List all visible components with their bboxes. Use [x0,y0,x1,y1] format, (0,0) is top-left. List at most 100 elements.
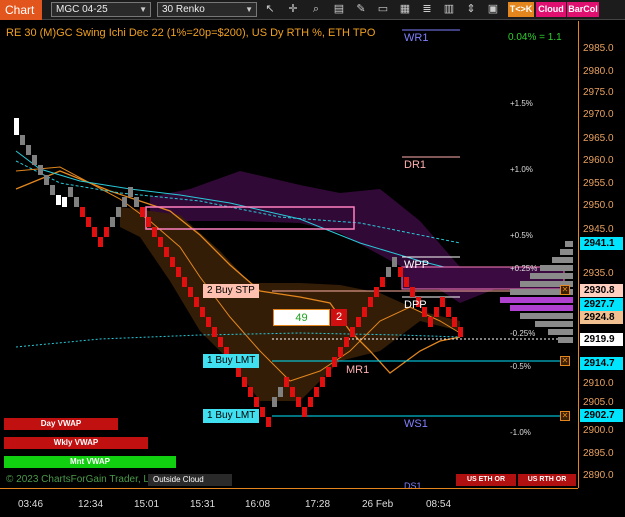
price-tag: 2924.8 [580,311,623,324]
cloud-button[interactable]: Cloud [536,2,566,17]
renko-brick [296,397,301,407]
renko-brick [254,397,259,407]
snapshot-icon[interactable]: ▦ [398,2,412,17]
renko-brick [380,277,385,287]
time-tick-label: 15:01 [134,499,160,510]
price-tag: 2941.1 [580,237,623,250]
time-tick-label: 26 Feb [362,499,394,510]
renko-brick [458,327,463,337]
renko-brick [188,287,193,297]
chart-tab[interactable]: Chart [0,0,42,20]
crosshair-icon[interactable]: ✛ [286,2,300,17]
renko-brick [80,207,85,217]
renko-brick [428,317,433,327]
close-order-icon[interactable]: ✕ [560,285,570,295]
properties-icon[interactable]: ▤ [332,2,346,17]
time-tick-label: 03:46 [18,499,44,510]
price-tick-label: 2985.0 [583,43,614,54]
renko-brick [68,187,73,197]
renko-brick [434,307,439,317]
time-tick-label: 16:08 [245,499,271,510]
price-tick-label: 2890.0 [583,470,614,481]
bar-type-dropdown[interactable]: 30 Renko ▼ [157,2,257,17]
renko-brick [404,277,409,287]
txk-button[interactable]: T<>K [508,2,534,17]
renko-brick [170,257,175,267]
wkly-vwap-legend[interactable]: Wkly VWAP [4,437,148,449]
renko-brick [164,247,169,257]
close-order-icon[interactable]: ✕ [560,411,570,421]
renko-brick [50,185,55,195]
renko-brick [92,227,97,237]
renko-brick [104,227,109,237]
price-tick-label: 2900.0 [583,425,614,436]
pct-minus-0-5: -0.5% [510,362,531,371]
price-tick-label: 2945.0 [583,224,614,235]
price-tick-label: 2895.0 [583,448,614,459]
toolbar: Chart MGC 04-25 ▼ 30 Renko ▼ ↖ ✛ ⌕ ▤ ✎ ▭… [0,0,625,20]
price-tick-label: 2910.0 [583,378,614,389]
level-ws1: WS1 [404,418,428,430]
price-tick-label: 2980.0 [583,66,614,77]
buy-lmt-order-2[interactable]: 1 Buy LMT [203,409,260,423]
renko-brick [260,407,265,417]
scale-icon[interactable]: ⇕ [464,2,478,17]
time-tick-label: 08:54 [426,499,452,510]
renko-brick [110,217,115,227]
renko-brick [128,187,133,197]
renko-brick [350,327,355,337]
price-tick-label: 2905.0 [583,397,614,408]
renko-brick [392,257,397,267]
cursor-icon[interactable]: ↖ [263,2,277,17]
time-axis[interactable]: 03:46 12:34 15:01 15:31 16:08 17:28 26 Feb 08:5… [0,488,578,517]
renko-brick [344,337,349,347]
renko-brick [398,267,403,277]
renko-brick [140,207,145,217]
pct-plus-1-5: +1.5% [510,99,533,108]
zoom-icon[interactable]: ⌕ [309,2,323,17]
renko-brick [410,287,415,297]
renko-brick [86,217,91,227]
barcol-button[interactable]: BarCol [567,2,599,17]
price-tick-label: 2965.0 [583,133,614,144]
ratio-label: 0.04% = 1.1 [508,32,562,43]
renko-brick [158,237,163,247]
renko-brick [152,227,157,237]
pct-minus-0-25: -0.25% [510,329,536,338]
renko-brick [386,267,391,277]
renko-brick [146,217,151,227]
order-quantity-input[interactable]: 49 [273,309,330,326]
symbol-dropdown[interactable]: MGC 04-25 ▼ [51,2,151,17]
copyright-text: © 2023 ChartsForGain Trader, LLC [6,474,162,485]
renko-brick [290,387,295,397]
renko-brick [236,367,241,377]
renko-brick [182,277,187,287]
price-tag: 2902.7 [580,409,623,422]
chevron-down-icon: ▼ [139,5,147,14]
renko-brick [26,145,31,155]
chart-title: RE 30 (M)GC Swing Ichi Dec 22 (1%=20p=$2… [6,27,376,39]
us-eth-or-button[interactable]: US ETH OR [456,474,516,486]
renko-brick [284,377,289,387]
grid-icon[interactable]: ▣ [486,2,500,17]
renko-brick [44,175,49,185]
renko-brick [374,287,379,297]
order-quantity-badge[interactable]: 2 [331,309,347,326]
mnt-vwap-legend[interactable]: Mnt VWAP [4,456,176,468]
chart-style-icon[interactable]: ▥ [442,2,456,17]
chart-plot-area[interactable]: RE 30 (M)GC Swing Ichi Dec 22 (1%=20p=$2… [0,21,578,491]
list-icon[interactable]: ≣ [420,2,434,17]
renko-brick [200,307,205,317]
buy-lmt-order-1[interactable]: 1 Buy LMT [203,354,260,368]
day-vwap-legend[interactable]: Day VWAP [4,418,118,430]
us-rth-or-button[interactable]: US RTH OR [518,474,576,486]
buy-stp-order[interactable]: 2 Buy STP [203,284,259,298]
pencil-icon[interactable]: ✎ [354,2,368,17]
renko-brick [218,337,223,347]
renko-brick [74,197,79,207]
close-order-icon[interactable]: ✕ [560,356,570,366]
eraser-icon[interactable]: ▭ [376,2,390,17]
time-tick-label: 17:28 [305,499,331,510]
renko-brick [368,297,373,307]
price-tag: 2914.7 [580,357,623,370]
